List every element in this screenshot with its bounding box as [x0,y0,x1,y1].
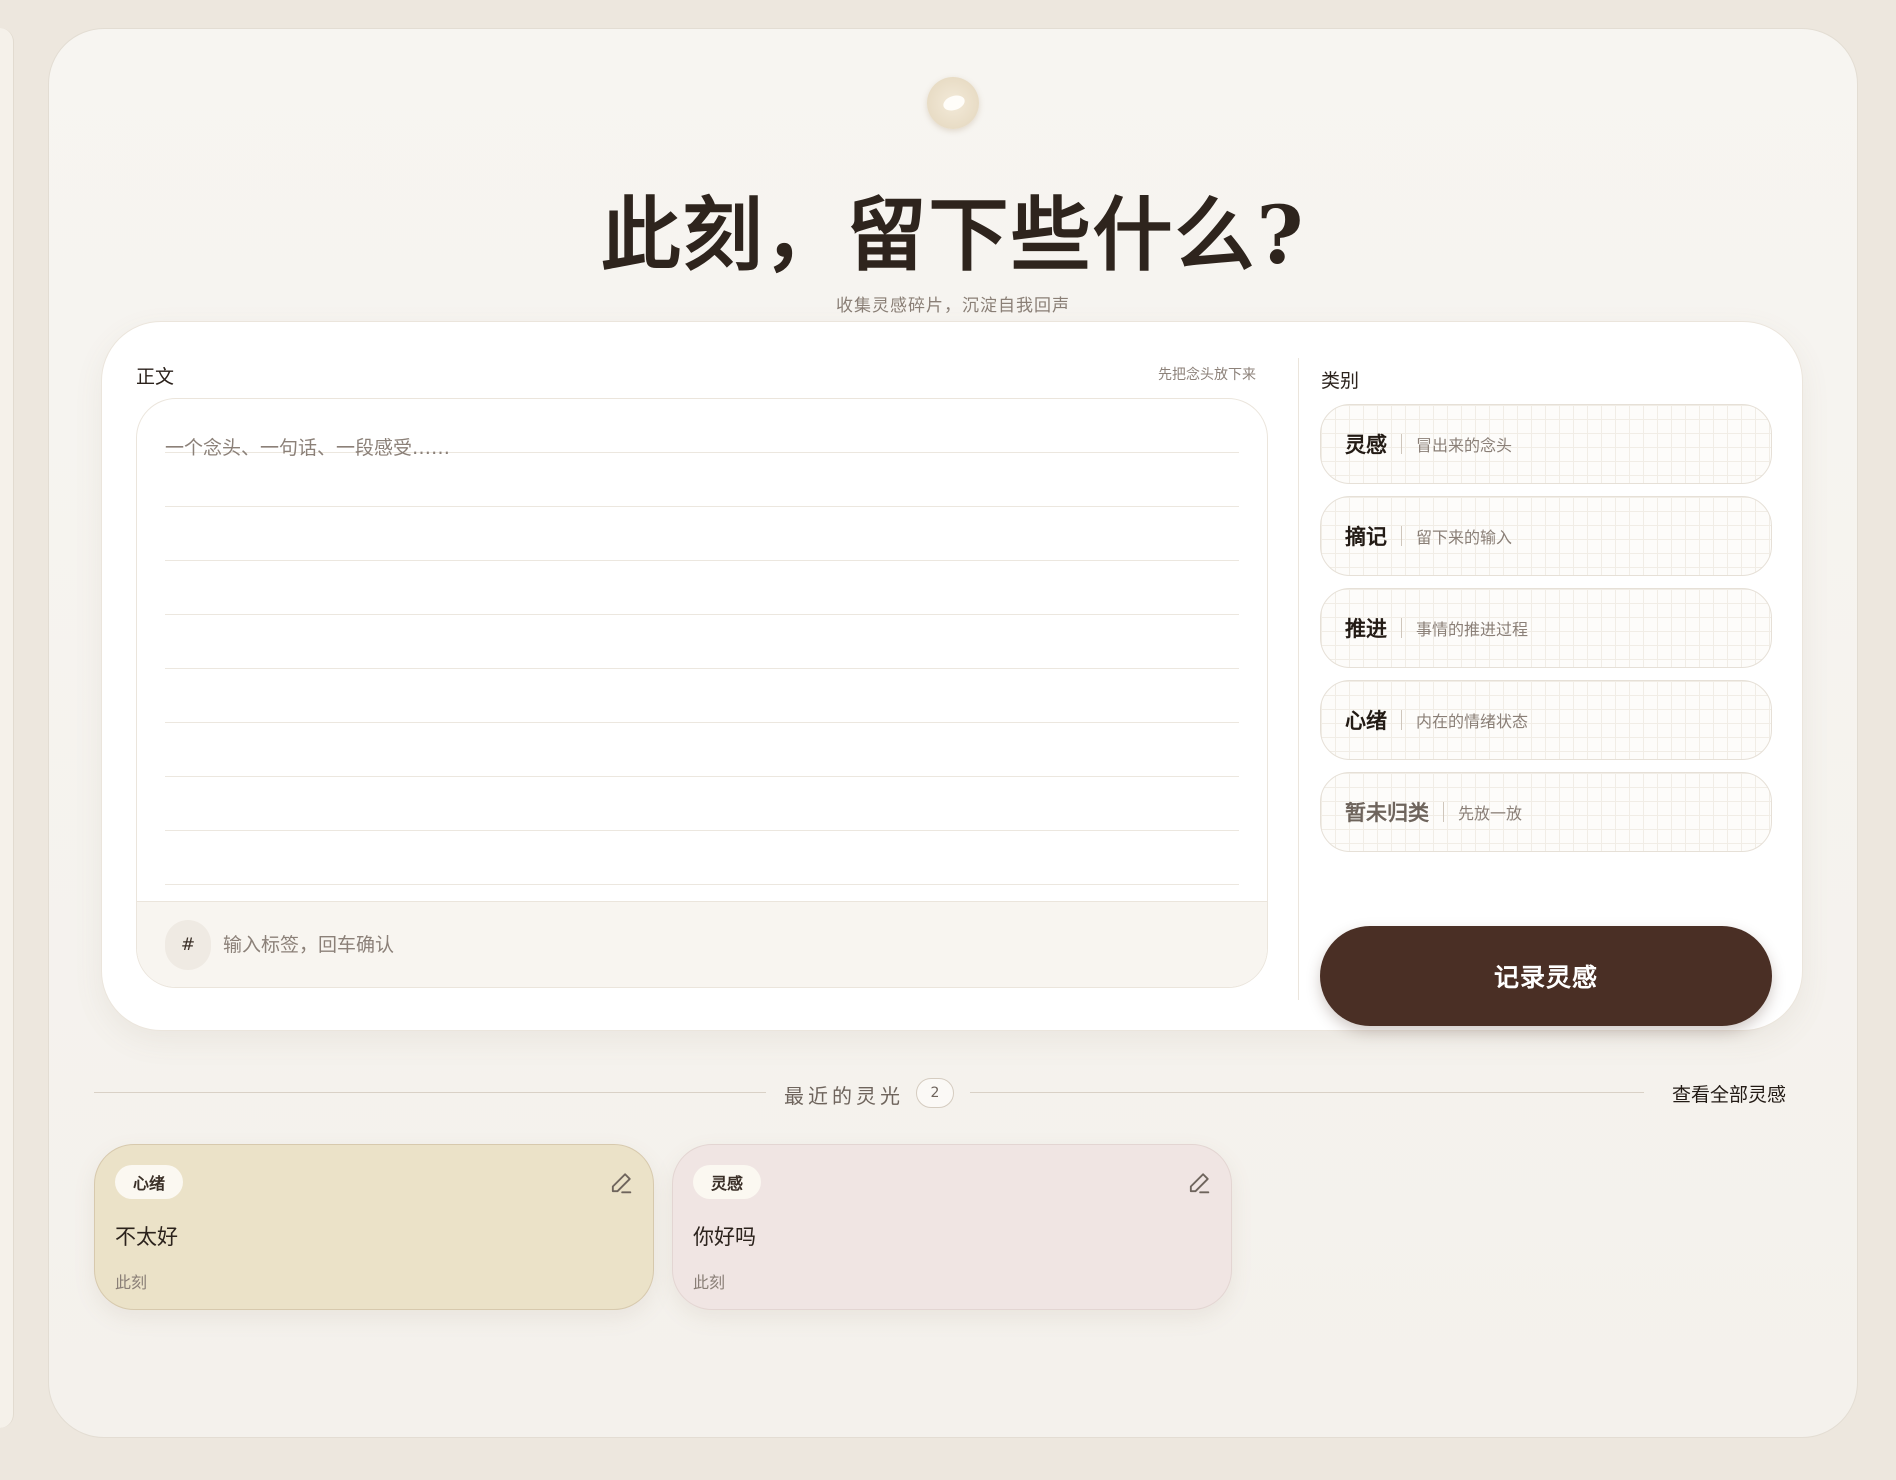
divider-line [94,1092,766,1093]
category-list: 灵感 冒出来的念头 摘记 留下来的输入 推进 事情的推进过程 心绪 内在的情绪状… [1320,404,1772,864]
category-option-mood[interactable]: 心绪 内在的情绪状态 [1320,680,1772,760]
category-desc: 留下来的输入 [1416,528,1513,547]
category-option-progress[interactable]: 推进 事情的推进过程 [1320,588,1772,668]
recent-header: 最近的灵光 2 查看全部灵感 [94,1076,1794,1110]
body-hint: 先把念头放下来 [1158,367,1256,383]
note-category-badge: 心绪 [115,1165,184,1199]
record-inspiration-button[interactable]: 记录灵感 [1320,926,1772,1026]
category-name: 暂未归类 [1345,801,1429,825]
collapsed-side-panel [0,28,14,1428]
category-label: 类别 [1321,370,1360,392]
recent-title: 最近的灵光 [784,1084,904,1108]
note-timestamp: 此刻 [115,1273,148,1292]
pencil-icon[interactable] [607,1169,635,1197]
divider-line [970,1092,1644,1093]
category-name: 推进 [1345,617,1387,641]
category-separator [1401,618,1402,638]
category-option-excerpt[interactable]: 摘记 留下来的输入 [1320,496,1772,576]
hashtag-icon: # [165,920,211,970]
category-desc: 冒出来的念头 [1416,436,1513,455]
category-separator [1401,526,1402,546]
category-separator [1443,802,1444,822]
tag-bar: # [137,901,1267,987]
body-label: 正文 [136,366,175,388]
body-textarea[interactable] [165,433,1241,873]
pencil-icon[interactable] [1185,1169,1213,1197]
note-card[interactable]: 灵感 你好吗 此刻 [672,1144,1232,1310]
vertical-divider [1298,358,1299,1000]
category-name: 灵感 [1345,433,1387,457]
body-editor: # [136,398,1268,988]
category-name: 摘记 [1345,525,1387,549]
category-separator [1401,434,1402,454]
recent-count-badge: 2 [916,1078,954,1108]
page-title: 此刻，留下些什么? [600,188,1306,282]
category-separator [1401,710,1402,730]
category-desc: 事情的推进过程 [1416,620,1529,639]
note-timestamp: 此刻 [693,1273,726,1292]
view-all-link[interactable]: 查看全部灵感 [1672,1080,1786,1107]
compose-card: 正文 先把念头放下来 # 类别 灵感 冒出来的念头 摘记 留下来的输入 [101,321,1803,1031]
note-card[interactable]: 心绪 不太好 此刻 [94,1144,654,1310]
category-desc: 先放一放 [1458,804,1523,823]
category-option-uncategorized[interactable]: 暂未归类 先放一放 [1320,772,1772,852]
note-text: 你好吗 [693,1225,756,1249]
tag-input[interactable] [223,926,823,964]
category-option-inspiration[interactable]: 灵感 冒出来的念头 [1320,404,1772,484]
category-desc: 内在的情绪状态 [1416,712,1529,731]
note-text: 不太好 [115,1225,178,1249]
category-name: 心绪 [1345,709,1387,733]
page-subtitle: 收集灵感碎片，沉淀自我回声 [836,296,1070,316]
eye-logo-icon [927,77,979,129]
note-category-badge: 灵感 [693,1165,762,1199]
